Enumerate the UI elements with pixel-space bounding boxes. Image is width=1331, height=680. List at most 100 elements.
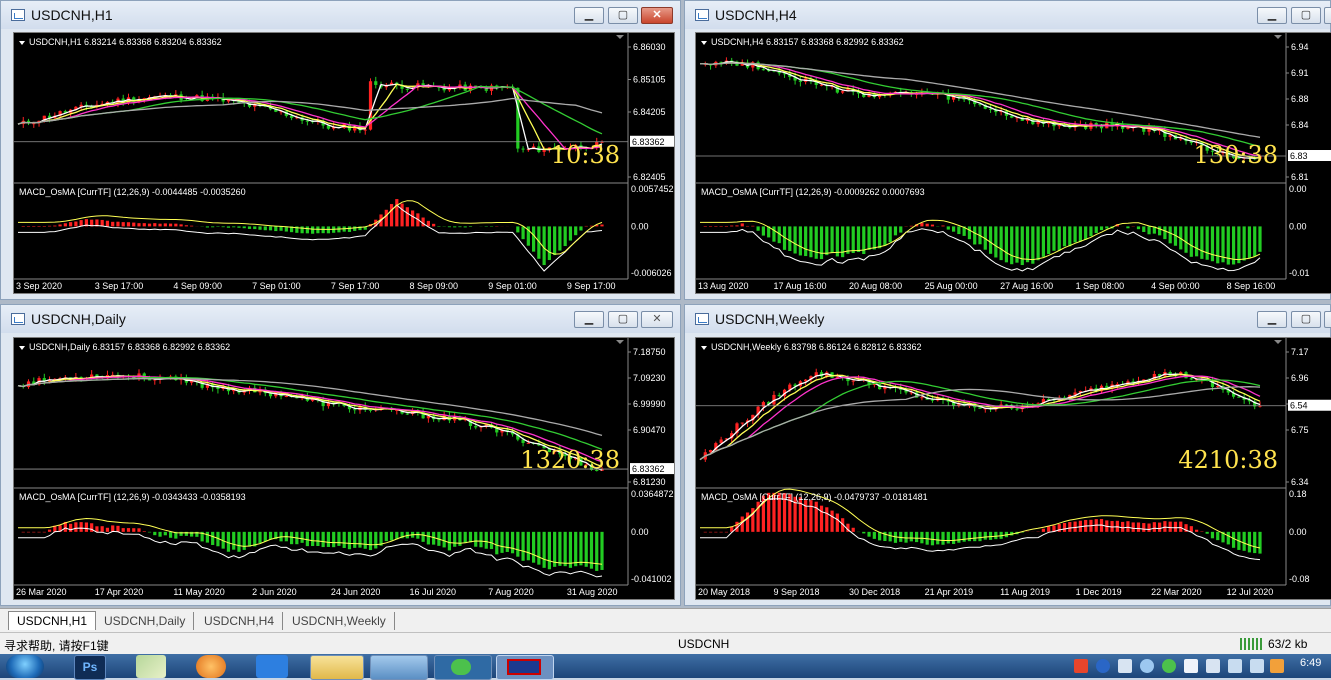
close-button[interactable]: ✕ — [641, 311, 673, 328]
macd-bar — [920, 532, 923, 543]
candle-body — [290, 116, 293, 118]
macd-bar — [69, 222, 72, 226]
tray-app-icon[interactable] — [1118, 659, 1132, 673]
price-scale-label: 6.81230 — [633, 477, 666, 487]
macd-bar — [22, 226, 25, 227]
macd-bar — [364, 532, 367, 549]
window-titlebar[interactable]: USDCNH,Weekly ▁ ▢ ✕ — [685, 305, 1330, 333]
network-tray-icon[interactable] — [1228, 659, 1242, 673]
start-orb-icon[interactable] — [6, 655, 44, 678]
macd-bar — [32, 226, 35, 227]
time-scale-label: 4 Sep 09:00 — [173, 281, 222, 291]
chart-canvas[interactable]: USDCNH,H4 6.83157 6.83368 6.82992 6.8336… — [696, 33, 1331, 293]
flag-tray-icon[interactable] — [1206, 659, 1220, 673]
tray-app-icon-2[interactable] — [1140, 659, 1154, 673]
orange-app-icon[interactable] — [196, 655, 226, 678]
macd-bar — [248, 532, 251, 547]
chart-area[interactable]: USDCNH,Weekly 6.83798 6.86124 6.82812 6.… — [695, 337, 1331, 600]
macd-bar — [548, 532, 551, 569]
macd-bar — [232, 226, 235, 227]
tab-usdcnh-weekly[interactable]: USDCNH,Weekly — [284, 612, 395, 630]
macd-bar — [427, 221, 430, 227]
chart-window-h4[interactable]: USDCNH,H4 ▁ ▢ ✕ USDCNH,H4 6.83157 6.8336… — [684, 0, 1331, 300]
macd-bar — [1026, 226, 1029, 262]
macd-bar — [1000, 226, 1003, 260]
minimize-button[interactable]: ▁ — [1257, 311, 1287, 328]
macd-bar — [269, 532, 272, 540]
close-button[interactable]: ✕ — [1324, 311, 1331, 328]
minimize-button[interactable]: ▁ — [1257, 7, 1287, 24]
wechat-icon[interactable] — [434, 655, 492, 680]
window-titlebar[interactable]: USDCNH,H1 ▁ ▢ ✕ — [1, 1, 680, 29]
macd-bar — [1232, 532, 1235, 548]
folder-icon[interactable] — [310, 655, 364, 680]
window-titlebar[interactable]: USDCNH,Daily ▁ ▢ ✕ — [1, 305, 680, 333]
macd-scale-label: -0.006026 — [631, 268, 672, 278]
close-button[interactable]: ✕ — [1324, 7, 1331, 24]
macd-bar — [1206, 226, 1209, 259]
macd-bar — [989, 226, 992, 253]
macd-scale-label: 0.00 — [631, 527, 649, 537]
chart-canvas[interactable]: USDCNH,Daily 6.83157 6.83368 6.82992 6.8… — [14, 338, 674, 599]
chart-area[interactable]: USDCNH,H4 6.83157 6.83368 6.82992 6.8336… — [695, 32, 1331, 294]
macd-bar — [37, 532, 40, 533]
maximize-button[interactable]: ▢ — [608, 311, 638, 328]
macd-bar — [973, 226, 976, 244]
macd-bar — [799, 226, 802, 255]
tray-app-icon-3[interactable] — [1270, 659, 1284, 673]
maximize-button[interactable]: ▢ — [1291, 311, 1321, 328]
price-scale-current: 6.83362 — [632, 137, 665, 147]
pen-app-icon[interactable] — [256, 655, 288, 678]
metatrader-icon[interactable] — [496, 655, 554, 680]
tab-usdcnh-h1[interactable]: USDCNH,H1 — [8, 611, 96, 630]
wechat-tray-icon[interactable] — [1162, 659, 1176, 673]
taskbar-clock[interactable]: 6:49 — [1300, 657, 1321, 669]
minimize-button[interactable]: ▁ — [574, 311, 604, 328]
macd-bar — [464, 532, 467, 543]
chart-window-daily[interactable]: USDCNH,Daily ▁ ▢ ✕ USDCNH,Daily 6.83157 … — [0, 304, 681, 606]
chart-area[interactable]: USDCNH,Daily 6.83157 6.83368 6.82992 6.8… — [13, 337, 675, 600]
sogou-ime-icon[interactable] — [1074, 659, 1088, 673]
macd-bar — [264, 226, 267, 230]
macd-bar — [1126, 226, 1129, 228]
macd-bar — [521, 226, 524, 239]
macd-bar — [709, 226, 712, 227]
macd-bar — [301, 532, 304, 543]
close-button[interactable]: ✕ — [641, 7, 673, 24]
macd-bar — [1126, 521, 1129, 532]
chart-canvas[interactable]: USDCNH,Weekly 6.83798 6.86124 6.82812 6.… — [696, 338, 1331, 599]
chart-window-h1[interactable]: USDCNH,H1 ▁ ▢ ✕ USDCNH,H1 6.83214 6.8336… — [0, 0, 681, 300]
macd-bar — [1121, 522, 1124, 532]
map-app-icon[interactable] — [136, 655, 166, 678]
photoshop-icon[interactable]: Ps — [74, 655, 106, 680]
tab-usdcnh-h4[interactable]: USDCNH,H4 — [196, 612, 283, 630]
help-icon[interactable] — [1096, 659, 1110, 673]
macd-scale-label: 0.00 — [631, 221, 649, 231]
picture-viewer-icon[interactable] — [370, 655, 428, 680]
candle-body — [1126, 127, 1129, 128]
macd-bar — [390, 532, 393, 541]
macd-bar — [369, 532, 372, 550]
macd-bar — [820, 226, 823, 259]
maximize-button[interactable]: ▢ — [1291, 7, 1321, 24]
volume-tray-icon[interactable] — [1250, 659, 1264, 673]
macd-bar — [730, 226, 733, 227]
maximize-button[interactable]: ▢ — [608, 7, 638, 24]
mail-tray-icon[interactable] — [1184, 659, 1198, 673]
tab-usdcnh-daily[interactable]: USDCNH,Daily — [96, 612, 194, 630]
chart-canvas[interactable]: USDCNH,H1 6.83214 6.83368 6.83204 6.8336… — [14, 33, 674, 293]
macd-bar — [825, 507, 828, 532]
window-titlebar[interactable]: USDCNH,H4 ▁ ▢ ✕ — [685, 1, 1330, 29]
macd-indicator-info: MACD_OsMA [CurrTF] (12,26,9) -0.0343433 … — [19, 492, 246, 502]
time-scale-label: 7 Sep 01:00 — [252, 281, 301, 291]
chart-window-weekly[interactable]: USDCNH,Weekly ▁ ▢ ✕ USDCNH,Weekly 6.8379… — [684, 304, 1331, 606]
macd-bar — [709, 532, 712, 533]
candle-body — [841, 91, 844, 92]
time-scale-label: 7 Sep 17:00 — [331, 281, 380, 291]
time-scale-label: 7 Aug 2020 — [488, 587, 534, 597]
time-scale-label: 17 Aug 16:00 — [774, 281, 827, 291]
chart-area[interactable]: USDCNH,H1 6.83214 6.83368 6.83204 6.8336… — [13, 32, 675, 294]
time-scale-label: 24 Jun 2020 — [331, 587, 381, 597]
macd-bar — [1095, 226, 1098, 233]
minimize-button[interactable]: ▁ — [574, 7, 604, 24]
